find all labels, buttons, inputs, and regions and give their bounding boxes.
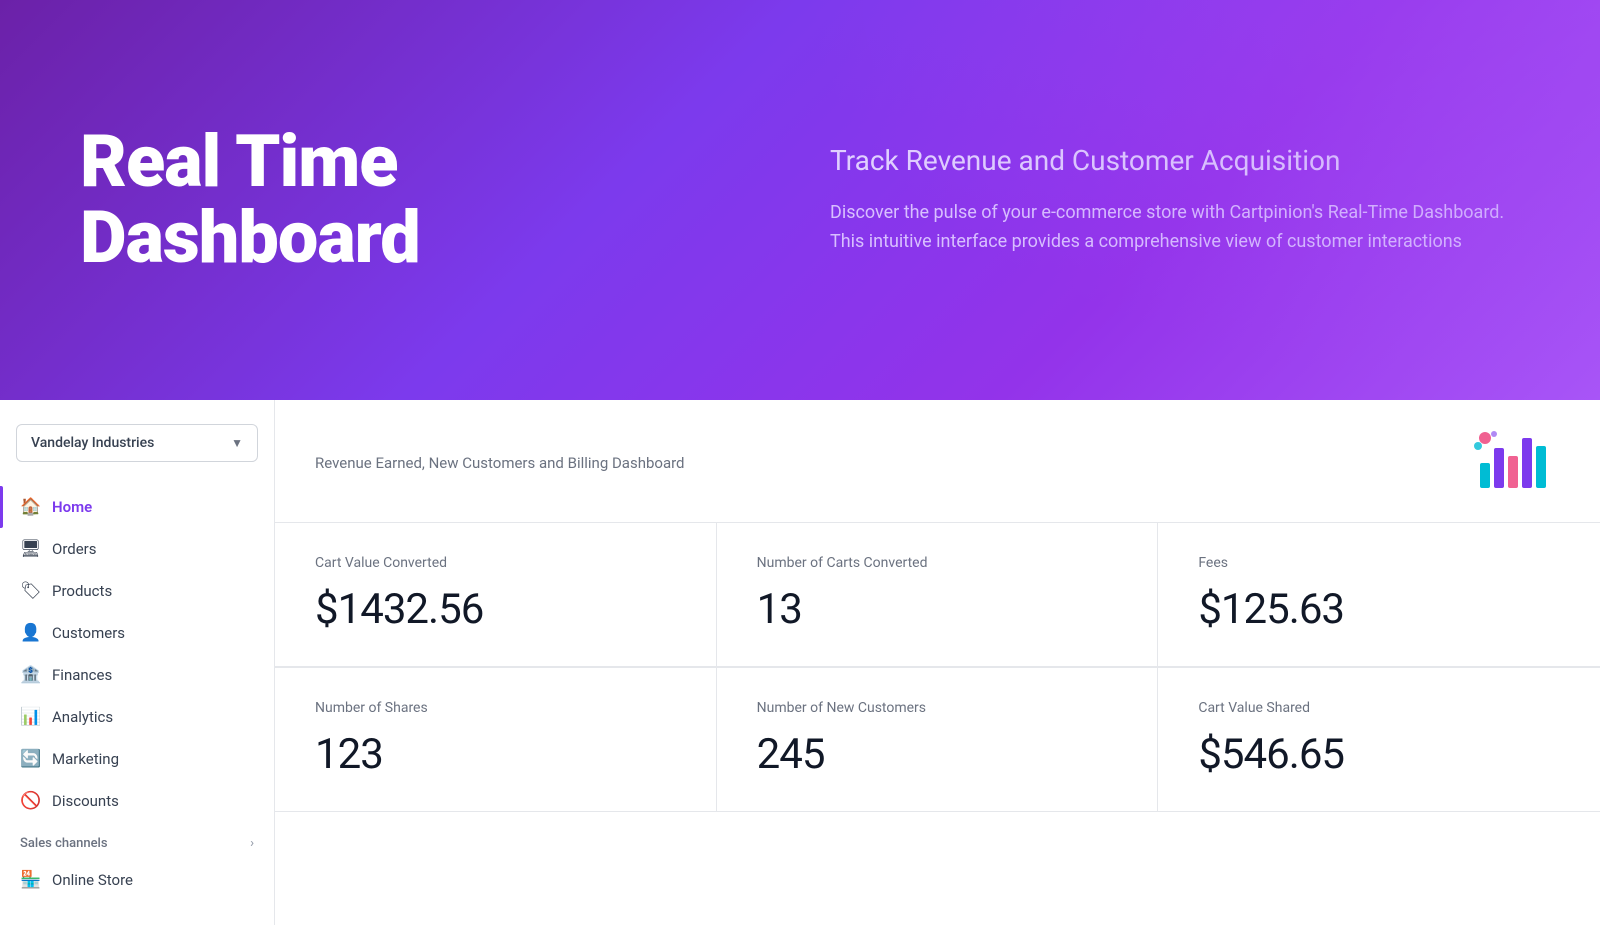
metric-cart-value-shared-value: $546.65 [1198, 730, 1560, 779]
metric-number-of-new-customers: Number of New Customers 245 [717, 668, 1159, 812]
sidebar: Vandelay Industries ▼ 🏠 Home 🖥 Orders 🏷 … [0, 400, 275, 925]
sidebar-item-home-label: Home [52, 498, 92, 516]
discounts-icon: 🚫 [20, 791, 40, 811]
metric-number-of-shares-value: 123 [315, 730, 676, 779]
sidebar-item-analytics-label: Analytics [52, 708, 113, 726]
sidebar-item-finances[interactable]: 🏦 Finances [0, 654, 274, 696]
finances-icon: 🏦 [20, 665, 40, 685]
dashboard-header: Revenue Earned, New Customers and Billin… [275, 400, 1600, 523]
metric-cart-value-shared: Cart Value Shared $546.65 [1158, 668, 1600, 812]
main-area: Vandelay Industries ▼ 🏠 Home 🖥 Orders 🏷 … [0, 400, 1600, 925]
sidebar-item-orders-label: Orders [52, 540, 97, 558]
metric-fees-label: Fees [1198, 555, 1560, 571]
metric-number-of-new-customers-label: Number of New Customers [757, 700, 1118, 716]
sidebar-item-customers[interactable]: 👤 Customers [0, 612, 274, 654]
sidebar-item-analytics[interactable]: 📊 Analytics [0, 696, 274, 738]
hero-description: Discover the pulse of your e-commerce st… [830, 199, 1520, 257]
hero-section: Real TimeDashboard Track Revenue and Cus… [0, 0, 1600, 400]
metric-fees-value: $125.63 [1198, 585, 1560, 634]
hero-subtitle: Track Revenue and Customer Acquisition [830, 143, 1520, 179]
hero-left: Real TimeDashboard [80, 124, 770, 275]
sidebar-item-home[interactable]: 🏠 Home [0, 486, 274, 528]
hero-right: Track Revenue and Customer Acquisition D… [770, 143, 1520, 257]
sidebar-item-online-store[interactable]: 🏪 Online Store [0, 859, 274, 901]
metrics-grid-row1: Cart Value Converted $1432.56 Number of … [275, 523, 1600, 668]
store-selector[interactable]: Vandelay Industries ▼ [16, 424, 258, 462]
metrics-grid-row2: Number of Shares 123 Number of New Custo… [275, 668, 1600, 812]
dashboard-chart-illustration [1470, 428, 1560, 498]
metric-cart-value-shared-label: Cart Value Shared [1198, 700, 1560, 716]
metric-fees: Fees $125.63 [1158, 523, 1600, 667]
hero-title: Real TimeDashboard [80, 124, 770, 275]
sidebar-item-online-store-label: Online Store [52, 871, 133, 889]
sales-channels-expand-icon[interactable]: › [250, 836, 254, 851]
sidebar-item-marketing-label: Marketing [52, 750, 119, 768]
analytics-icon: 📊 [20, 707, 40, 727]
sales-channels-label: Sales channels [20, 836, 108, 851]
dashboard-panel: Revenue Earned, New Customers and Billin… [275, 400, 1600, 925]
marketing-icon: 🔄 [20, 749, 40, 769]
metric-cart-value-converted-label: Cart Value Converted [315, 555, 676, 571]
sidebar-item-customers-label: Customers [52, 624, 125, 642]
metric-number-of-carts-converted: Number of Carts Converted 13 [717, 523, 1159, 667]
metric-number-of-new-customers-value: 245 [757, 730, 1118, 779]
store-selector-label: Vandelay Industries [31, 435, 154, 451]
sidebar-item-products[interactable]: 🏷 Products [0, 570, 274, 612]
products-icon: 🏷 [20, 581, 40, 601]
sales-channels-header: Sales channels › [0, 822, 274, 859]
home-icon: 🏠 [20, 497, 40, 517]
customers-icon: 👤 [20, 623, 40, 643]
metric-number-of-shares-label: Number of Shares [315, 700, 676, 716]
online-store-icon: 🏪 [20, 870, 40, 890]
sidebar-item-orders[interactable]: 🖥 Orders [0, 528, 274, 570]
metric-number-of-carts-converted-value: 13 [757, 585, 1118, 634]
dashboard-header-title: Revenue Earned, New Customers and Billin… [315, 454, 685, 472]
sidebar-item-finances-label: Finances [52, 666, 112, 684]
sidebar-item-discounts-label: Discounts [52, 792, 119, 810]
chevron-down-icon: ▼ [231, 436, 243, 450]
sidebar-item-marketing[interactable]: 🔄 Marketing [0, 738, 274, 780]
metric-number-of-carts-converted-label: Number of Carts Converted [757, 555, 1118, 571]
metric-number-of-shares: Number of Shares 123 [275, 668, 717, 812]
metric-cart-value-converted-value: $1432.56 [315, 585, 676, 634]
metric-cart-value-converted: Cart Value Converted $1432.56 [275, 523, 717, 667]
sidebar-item-discounts[interactable]: 🚫 Discounts [0, 780, 274, 822]
orders-icon: 🖥 [20, 539, 40, 559]
sidebar-item-products-label: Products [52, 582, 112, 600]
